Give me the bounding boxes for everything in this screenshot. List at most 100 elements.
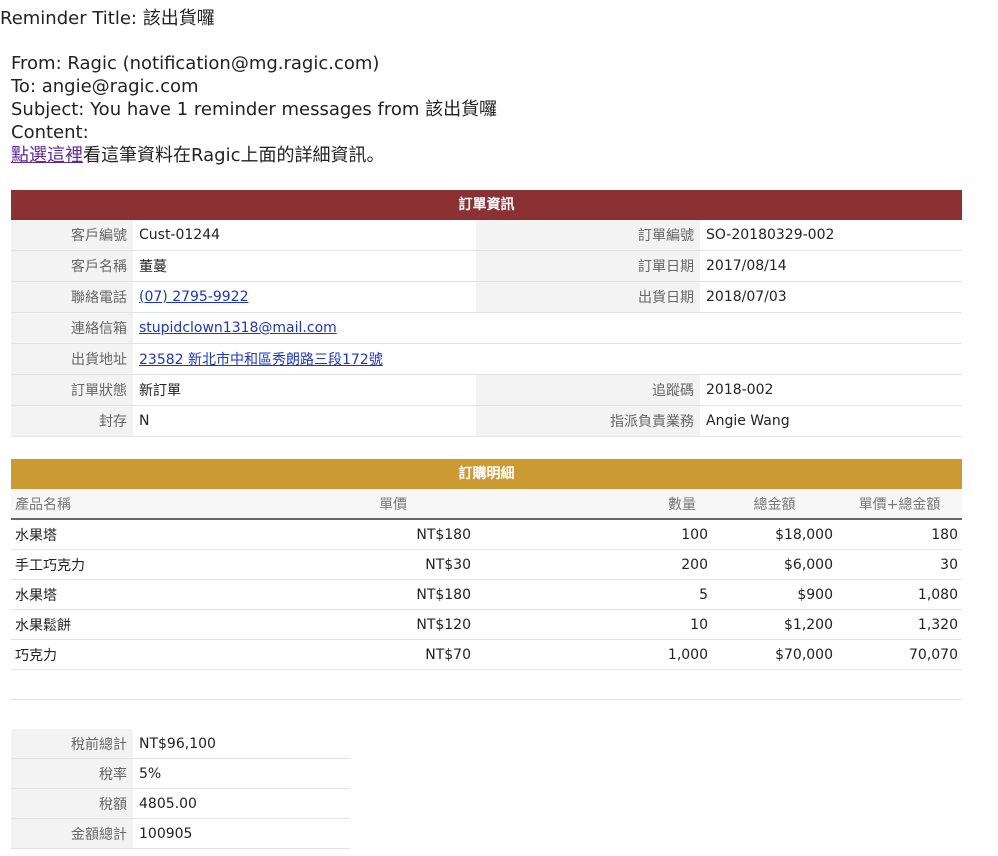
totals-row-tax: 稅額 4805.00 xyxy=(11,788,350,819)
email-content: 點選這裡看這筆資料在Ragic上面的詳細資訊。 xyxy=(11,144,497,167)
order-date-value: 2017/08/14 xyxy=(700,250,962,282)
product-name-cell: 水果鬆餅 xyxy=(11,609,311,640)
order-row-phone: 聯絡電話 (07) 2795-9922 出貨日期 2018/07/03 xyxy=(11,281,962,313)
tax-amount-value: 4805.00 xyxy=(133,788,350,819)
order-row-archive: 封存 N 指派負責業務 Angie Wang xyxy=(11,405,962,437)
product-name-cell: 手工巧克力 xyxy=(11,549,311,580)
column-header-unit-price: 單價 xyxy=(311,489,475,520)
email-header: From: Ragic (notification@mg.ragic.com) … xyxy=(11,52,497,167)
field-label: 追蹤碼 xyxy=(476,374,700,406)
column-header-product: 產品名稱 xyxy=(11,489,311,520)
field-label: 訂單日期 xyxy=(476,250,700,282)
unit-plus-total-cell: 30 xyxy=(837,549,962,580)
column-header-unit-plus-total: 單價+總金額 xyxy=(837,489,962,520)
assigned-sales-value: Angie Wang xyxy=(700,405,962,437)
unit-price-cell: NT$70 xyxy=(311,639,475,670)
subtotal-value: NT$96,100 xyxy=(133,729,350,759)
order-info-header: 訂單資訊 xyxy=(11,190,962,220)
total-cell: $70,000 xyxy=(712,639,837,670)
quantity-cell: 5 xyxy=(475,579,712,610)
email-link[interactable]: stupidclown1318@mail.com xyxy=(139,320,337,336)
phone-cell: (07) 2795-9922 xyxy=(133,281,476,313)
total-cell: $18,000 xyxy=(712,519,837,550)
order-info-section: 訂單資訊 客戶編號 Cust-01244 訂單編號 SO-20180329-00… xyxy=(11,190,962,437)
unit-price-cell: NT$180 xyxy=(311,519,475,550)
email-content-label: Content: xyxy=(11,122,89,143)
quantity-cell: 100 xyxy=(475,519,712,550)
order-id-value: SO-20180329-002 xyxy=(700,220,962,251)
order-items-table: 產品名稱 單價 數量 總金額 單價+總金額 水果塔 NT$180 100 $18… xyxy=(11,489,962,670)
order-row-customer-id: 客戶編號 Cust-01244 訂單編號 SO-20180329-002 xyxy=(11,220,962,251)
totals-section: 稅前總計 NT$96,100 稅率 5% 稅額 4805.00 金額總計 100… xyxy=(11,729,350,849)
table-row: 水果鬆餅 NT$120 10 $1,200 1,320 xyxy=(11,609,962,640)
address-cell: 23582 新北市中和區秀朗路三段172號 xyxy=(133,343,962,375)
table-row: 手工巧克力 NT$30 200 $6,000 30 xyxy=(11,549,962,580)
customer-id-value: Cust-01244 xyxy=(133,220,476,251)
grand-total-value: 100905 xyxy=(133,818,350,849)
field-label: 客戶名稱 xyxy=(11,250,133,282)
tracking-code-value: 2018-002 xyxy=(700,374,962,406)
tax-rate-value: 5% xyxy=(133,758,350,789)
product-name-cell: 水果塔 xyxy=(11,579,311,610)
order-info-table: 客戶編號 Cust-01244 訂單編號 SO-20180329-002 客戶名… xyxy=(11,220,962,437)
field-label: 出貨地址 xyxy=(11,343,133,375)
field-label: 指派負責業務 xyxy=(476,405,700,437)
quantity-cell: 1,000 xyxy=(475,639,712,670)
order-items-section: 訂購明細 產品名稱 單價 數量 總金額 單價+總金額 水果塔 NT$180 10… xyxy=(11,459,962,670)
product-name-cell: 巧克力 xyxy=(11,639,311,670)
quantity-cell: 10 xyxy=(475,609,712,640)
unit-plus-total-cell: 70,070 xyxy=(837,639,962,670)
reminder-title-label: Reminder Title: xyxy=(0,8,143,29)
unit-plus-total-cell: 1,320 xyxy=(837,609,962,640)
unit-price-cell: NT$30 xyxy=(311,549,475,580)
total-cell: $1,200 xyxy=(712,609,837,640)
unit-plus-total-cell: 1,080 xyxy=(837,579,962,610)
field-label: 聯絡電話 xyxy=(11,281,133,313)
field-label: 訂單編號 xyxy=(476,220,700,251)
order-row-status: 訂單狀態 新訂單 追蹤碼 2018-002 xyxy=(11,374,962,406)
email-to: To: angie@ragic.com xyxy=(11,76,199,97)
order-row-customer-name: 客戶名稱 董蔓 訂單日期 2017/08/14 xyxy=(11,250,962,282)
totals-table: 稅前總計 NT$96,100 稅率 5% 稅額 4805.00 金額總計 100… xyxy=(11,729,350,849)
total-cell: $900 xyxy=(712,579,837,610)
column-header-quantity: 數量 xyxy=(475,489,712,520)
field-label: 訂單狀態 xyxy=(11,374,133,406)
field-label: 客戶編號 xyxy=(11,220,133,251)
field-label: 稅額 xyxy=(11,788,133,819)
record-link-suffix: 看這筆資料在Ragic上面的詳細資訊。 xyxy=(83,145,385,166)
phone-link[interactable]: (07) 2795-9922 xyxy=(139,289,249,305)
column-header-total: 總金額 xyxy=(712,489,837,520)
record-link[interactable]: 點選這裡 xyxy=(11,145,83,166)
order-status-value: 新訂單 xyxy=(133,374,476,406)
address-link[interactable]: 23582 新北市中和區秀朗路三段172號 xyxy=(139,352,383,368)
field-label: 金額總計 xyxy=(11,818,133,849)
ship-date-value: 2018/07/03 xyxy=(700,281,962,313)
unit-price-cell: NT$180 xyxy=(311,579,475,610)
totals-row-grand-total: 金額總計 100905 xyxy=(11,818,350,849)
unit-plus-total-cell: 180 xyxy=(837,519,962,550)
divider xyxy=(11,699,962,700)
email-subject: Subject: You have 1 reminder messages fr… xyxy=(11,99,498,120)
field-label: 稅率 xyxy=(11,758,133,789)
reminder-title: Reminder Title: 該出貨囉 xyxy=(0,4,215,30)
unit-price-cell: NT$120 xyxy=(311,609,475,640)
email-cell: stupidclown1318@mail.com xyxy=(133,312,962,344)
field-label: 出貨日期 xyxy=(476,281,700,313)
totals-row-subtotal: 稅前總計 NT$96,100 xyxy=(11,729,350,759)
field-label: 封存 xyxy=(11,405,133,437)
table-row: 水果塔 NT$180 100 $18,000 180 xyxy=(11,519,962,550)
order-items-header: 訂購明細 xyxy=(11,459,962,489)
field-label: 連絡信箱 xyxy=(11,312,133,344)
totals-row-tax-rate: 稅率 5% xyxy=(11,758,350,789)
table-row: 水果塔 NT$180 5 $900 1,080 xyxy=(11,579,962,610)
order-row-email: 連絡信箱 stupidclown1318@mail.com xyxy=(11,312,962,344)
total-cell: $6,000 xyxy=(712,549,837,580)
reminder-title-value: 該出貨囉 xyxy=(142,8,215,29)
email-from: From: Ragic (notification@mg.ragic.com) xyxy=(11,53,380,74)
archive-value: N xyxy=(133,405,476,437)
field-label: 稅前總計 xyxy=(11,729,133,759)
items-header-row: 產品名稱 單價 數量 總金額 單價+總金額 xyxy=(11,489,962,520)
quantity-cell: 200 xyxy=(475,549,712,580)
order-row-address: 出貨地址 23582 新北市中和區秀朗路三段172號 xyxy=(11,343,962,375)
customer-name-value: 董蔓 xyxy=(133,250,476,282)
